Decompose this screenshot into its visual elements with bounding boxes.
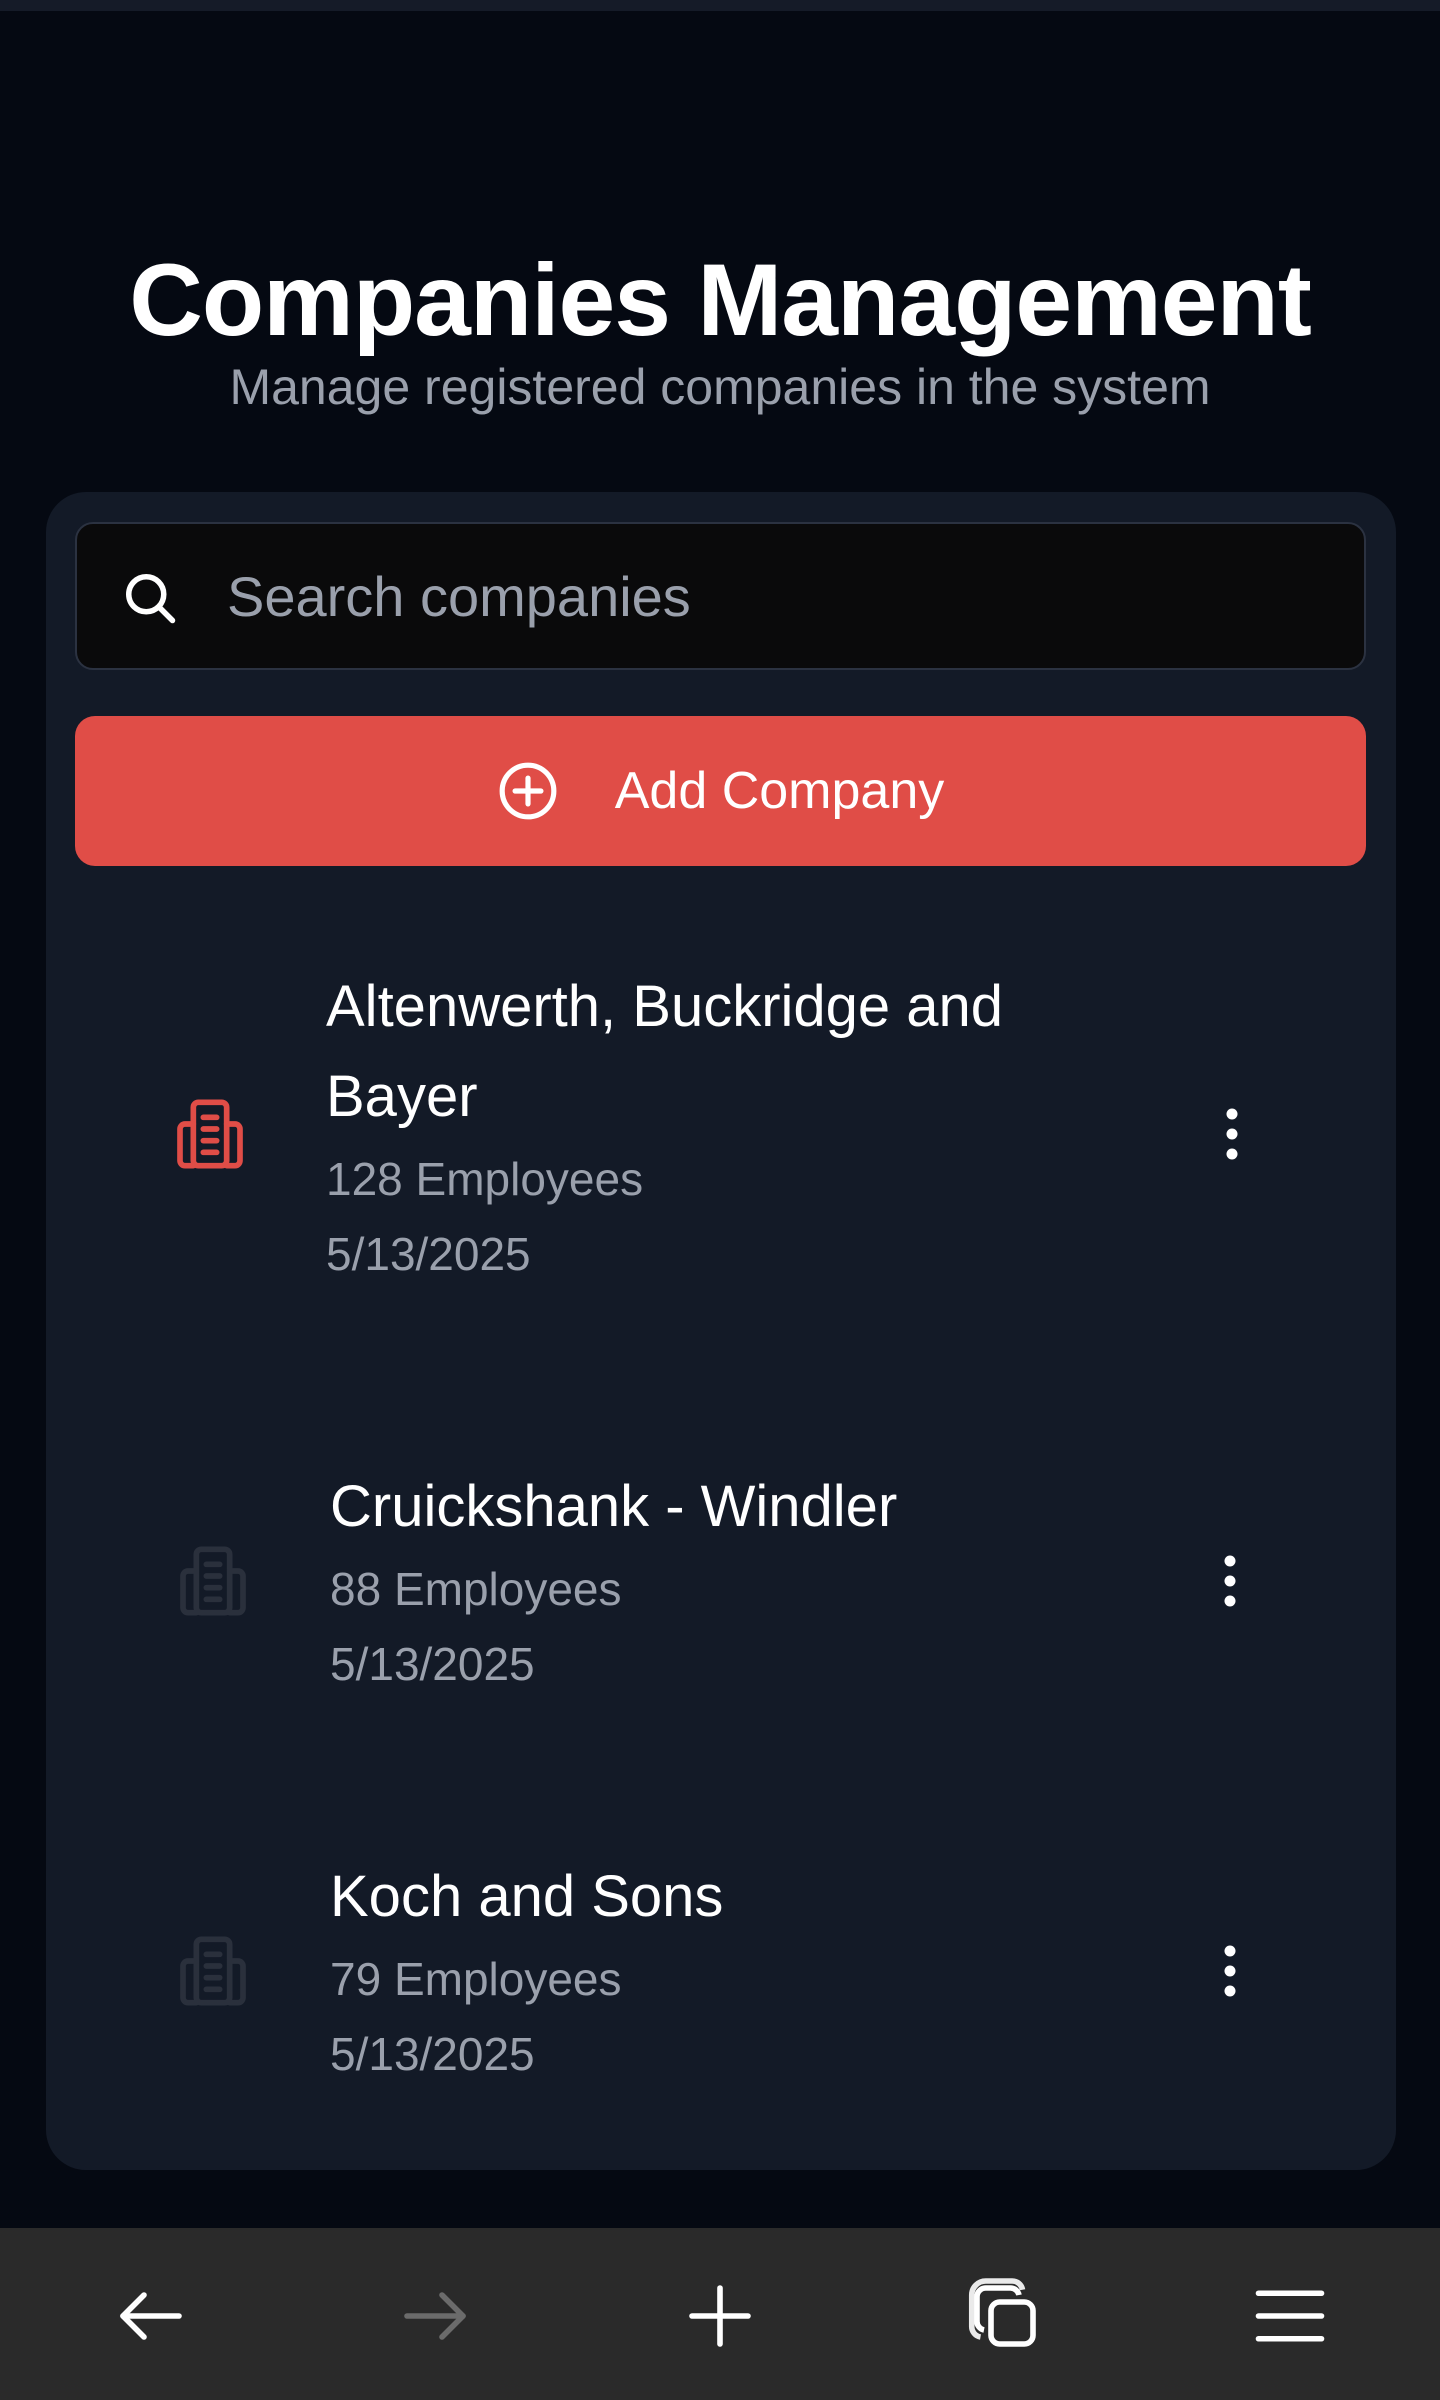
- company-info: Altenwerth, Buckridge and Bayer 128 Empl…: [326, 962, 1146, 1292]
- company-info: Koch and Sons 79 Employees 5/13/2025: [330, 1852, 1150, 2092]
- company-employees: 79 Employees: [330, 1953, 622, 2005]
- company-employees: 128 Employees: [326, 1153, 644, 1205]
- list-item[interactable]: Altenwerth, Buckridge and Bayer 128 Empl…: [46, 962, 1396, 1322]
- search-box[interactable]: [75, 522, 1366, 670]
- building-icon: [180, 1936, 246, 2006]
- more-options-button[interactable]: [1200, 1931, 1260, 2011]
- page-subtitle: Manage registered companies in the syste…: [229, 359, 1211, 415]
- companies-card: Add Company Altenwerth, Buckridge and Ba…: [46, 492, 1396, 2170]
- company-name: Altenwerth, Buckridge and Bayer: [326, 974, 1004, 1129]
- building-icon: [180, 1546, 246, 1616]
- list-item[interactable]: Koch and Sons 79 Employees 5/13/2025: [46, 1852, 1396, 2092]
- add-company-label: Add Company: [614, 762, 945, 820]
- plus-circle-icon: [499, 762, 557, 820]
- list-item[interactable]: Cruickshank - Windler 88 Employees 5/13/…: [46, 1462, 1396, 1702]
- tabs-icon[interactable]: [963, 2274, 1047, 2358]
- menu-icon[interactable]: [1248, 2274, 1332, 2358]
- page: Companies Management Manage registered c…: [0, 0, 1440, 2400]
- forward-arrow-icon[interactable]: [393, 2274, 477, 2358]
- more-options-button[interactable]: [1202, 1094, 1262, 1174]
- more-vertical-icon: [1224, 1555, 1236, 1607]
- company-info: Cruickshank - Windler 88 Employees 5/13/…: [330, 1462, 1150, 1702]
- more-vertical-icon: [1226, 1108, 1238, 1160]
- more-vertical-icon: [1224, 1945, 1236, 1997]
- new-tab-plus-icon[interactable]: [678, 2274, 762, 2358]
- more-options-button[interactable]: [1200, 1541, 1260, 1621]
- back-arrow-icon[interactable]: [109, 2274, 193, 2358]
- company-date: 5/13/2025: [330, 2028, 535, 2080]
- company-employees: 88 Employees: [330, 1563, 622, 1615]
- page-title: Companies Management: [129, 243, 1312, 357]
- building-icon: [177, 1099, 243, 1169]
- search-input[interactable]: [227, 524, 1327, 668]
- company-name: Koch and Sons: [330, 1864, 724, 1929]
- company-date: 5/13/2025: [330, 1638, 535, 1690]
- add-company-button[interactable]: Add Company: [75, 716, 1366, 866]
- top-status-strip: [0, 0, 1440, 11]
- search-icon: [126, 574, 176, 624]
- page-header: Companies Management Manage registered c…: [0, 240, 1440, 420]
- company-date: 5/13/2025: [326, 1228, 531, 1280]
- company-name: Cruickshank - Windler: [330, 1474, 898, 1539]
- browser-bottom-nav: [0, 2228, 1440, 2400]
